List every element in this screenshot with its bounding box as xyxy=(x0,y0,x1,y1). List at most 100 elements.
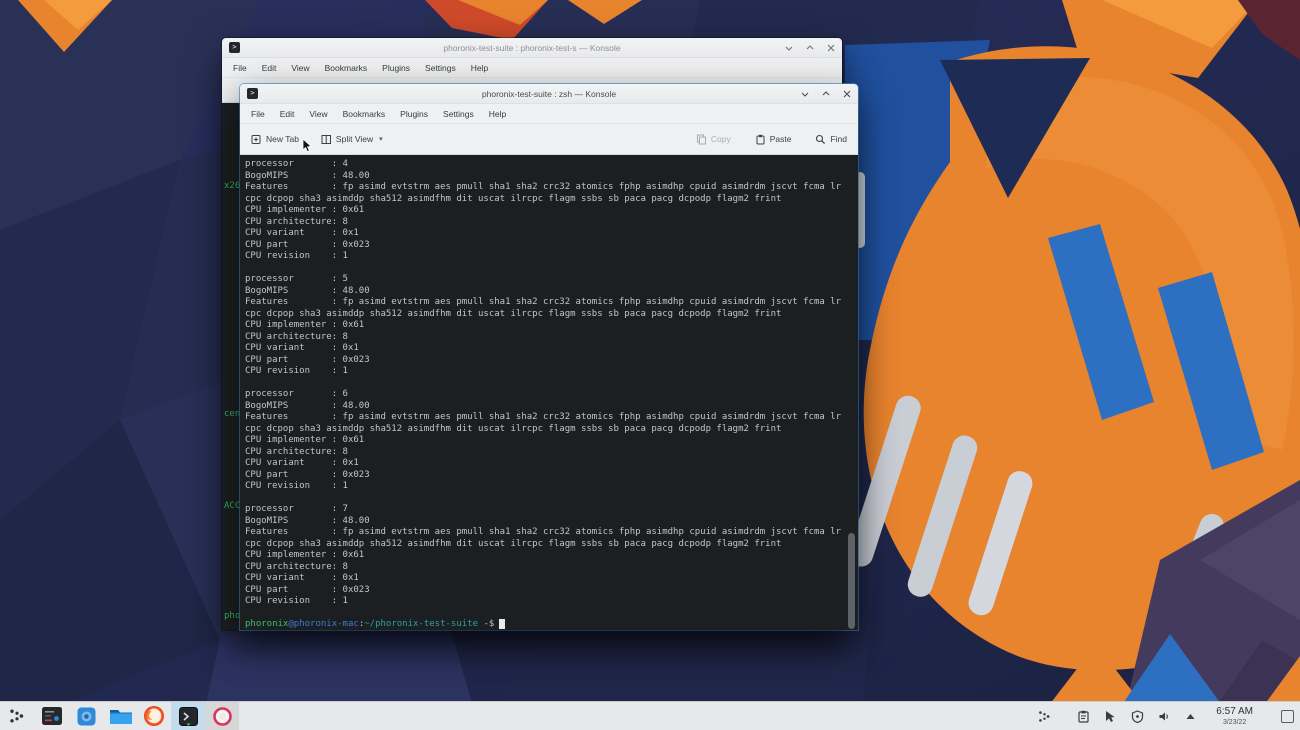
terminal-line: CPU part : 0x023 xyxy=(245,469,370,480)
terminal-line: Features : fp asimd evtstrm aes pmull sh… xyxy=(245,412,842,422)
menu-help[interactable]: Help xyxy=(471,63,488,73)
taskbar-task-konsole[interactable] xyxy=(171,702,205,730)
firefox-button[interactable] xyxy=(142,704,166,728)
paste-button[interactable]: Paste xyxy=(755,134,791,145)
new-tab-button[interactable]: New Tab xyxy=(251,134,299,145)
terminal-line-fragment: pho xyxy=(224,611,241,621)
konsole-app-icon: > xyxy=(229,42,240,53)
terminal-line: CPU revision : 1 xyxy=(245,481,348,491)
close-button[interactable] xyxy=(843,90,851,98)
terminal-line: CPU implementer : 0x61 xyxy=(245,435,365,445)
menu-bookmarks[interactable]: Bookmarks xyxy=(343,109,386,119)
titlebar: > phoronix-test-suite : zsh — Konsole xyxy=(240,84,858,104)
menu-view[interactable]: View xyxy=(309,109,327,119)
volume-icon[interactable] xyxy=(1158,710,1171,723)
split-view-button[interactable]: Split View ▾ xyxy=(321,134,383,145)
minimize-button[interactable] xyxy=(785,44,793,52)
shield-icon[interactable] xyxy=(1131,709,1144,723)
menu-settings[interactable]: Settings xyxy=(443,109,474,119)
system-monitor-button[interactable] xyxy=(40,704,64,728)
menu-edit[interactable]: Edit xyxy=(262,63,277,73)
terminal-line-fragment: cen xyxy=(224,409,241,419)
prompt-segment: @phoronix-mac xyxy=(288,619,359,629)
menu-settings[interactable]: Settings xyxy=(425,63,456,73)
konsole-icon xyxy=(178,706,198,726)
terminal-line: cpc dcpop sha3 asimddp sha512 asimdfhm d… xyxy=(245,538,782,549)
file-manager-button[interactable] xyxy=(109,704,133,728)
paste-icon xyxy=(756,134,765,144)
taskbar-task-red-ring-app[interactable] xyxy=(205,702,239,730)
copy-button[interactable]: Copy xyxy=(696,134,731,145)
digital-clock[interactable]: 6:57 AM 3/23/22 xyxy=(1216,705,1253,726)
copy-icon xyxy=(696,134,706,144)
terminal-line: CPU architecture: 8 xyxy=(245,446,348,457)
menubar: File Edit View Bookmarks Plugins Settings Help xyxy=(222,58,842,78)
system-tray: 6:57 AM 3/23/22 xyxy=(1038,705,1300,726)
terminal-line: BogoMIPS : 48.00 xyxy=(245,285,370,296)
terminal-line: processor : 6 xyxy=(245,389,348,399)
clock-time: 6:57 AM xyxy=(1216,705,1253,717)
terminal-line: processor : 4 xyxy=(245,159,348,169)
app-launcher-button[interactable] xyxy=(5,704,29,728)
terminal-view[interactable]: processor : 4 BogoMIPS : 48.00 Features : … xyxy=(240,155,858,630)
terminal-line: CPU architecture: 8 xyxy=(245,216,348,227)
menu-bookmarks[interactable]: Bookmarks xyxy=(325,63,368,73)
show-desktop-button[interactable] xyxy=(1281,709,1294,723)
terminal-cursor xyxy=(499,619,506,629)
terminal-line: cpc dcpop sha3 asimddp sha512 asimdfhm d… xyxy=(245,193,782,204)
chevron-down-icon: ▾ xyxy=(379,136,383,143)
menu-file[interactable]: File xyxy=(251,109,265,119)
terminal-line: CPU implementer : 0x61 xyxy=(245,205,365,215)
prompt-segment: -$ xyxy=(478,619,495,629)
find-label: Find xyxy=(830,134,847,144)
maximize-button[interactable] xyxy=(822,90,830,98)
terminal-line: CPU architecture: 8 xyxy=(245,331,348,342)
terminal-line: CPU variant : 0x1 xyxy=(245,228,359,238)
terminal-line: CPU implementer : 0x61 xyxy=(245,550,365,560)
toolbar: New Tab Split View ▾ Copy Paste Find xyxy=(240,124,858,155)
terminal-line: cpc dcpop sha3 asimddp sha512 asimdfhm d… xyxy=(245,423,782,434)
terminal-line: processor : 7 xyxy=(245,504,348,514)
split-view-label: Split View xyxy=(335,134,374,144)
taskbar: 6:57 AM 3/23/22 xyxy=(0,701,1300,730)
find-button[interactable]: Find xyxy=(815,134,847,145)
menu-plugins[interactable]: Plugins xyxy=(400,109,428,119)
konsole-window-focused[interactable]: > phoronix-test-suite : zsh — Konsole Fi… xyxy=(240,84,858,630)
terminal-line-fragment: x26 xyxy=(224,181,241,191)
window-title: phoronix-test-suite : phoronix-test-s — … xyxy=(443,42,621,53)
terminal-line: BogoMIPS : 48.00 xyxy=(245,170,370,181)
terminal-line: BogoMIPS : 48.00 xyxy=(245,515,370,526)
close-button[interactable] xyxy=(827,44,835,52)
terminal-line: CPU implementer : 0x61 xyxy=(245,320,365,330)
terminal-line: cpc dcpop sha3 asimddp sha512 asimdfhm d… xyxy=(245,308,782,319)
split-view-icon xyxy=(321,134,331,144)
prompt-segment: phoronix xyxy=(245,619,289,629)
pointer-icon[interactable] xyxy=(1104,710,1117,723)
terminal-line: Features : fp asimd evtstrm aes pmull sh… xyxy=(245,182,842,192)
minimize-button[interactable] xyxy=(801,90,809,98)
red-ring-app-icon xyxy=(212,706,232,726)
new-tab-icon xyxy=(251,134,261,144)
copy-label: Copy xyxy=(710,134,731,144)
system-settings-button[interactable] xyxy=(74,704,98,728)
chevron-up-icon[interactable] xyxy=(1185,712,1196,721)
menu-file[interactable]: File xyxy=(233,63,247,73)
menu-help[interactable]: Help xyxy=(489,109,506,119)
folder-icon xyxy=(110,710,132,724)
maximize-button[interactable] xyxy=(806,44,814,52)
terminal-line: CPU part : 0x023 xyxy=(245,354,370,365)
clipboard-icon[interactable] xyxy=(1077,710,1090,723)
panel-widget-icon[interactable] xyxy=(1038,710,1051,723)
terminal-line: CPU part : 0x023 xyxy=(245,584,370,595)
scrollbar-handle[interactable] xyxy=(848,533,855,629)
terminal-line: CPU part : 0x023 xyxy=(245,239,370,250)
terminal-line: CPU revision : 1 xyxy=(245,366,348,376)
menu-view[interactable]: View xyxy=(291,63,309,73)
prompt-segment: ~/phoronix-test-suite xyxy=(364,619,479,629)
menu-edit[interactable]: Edit xyxy=(280,109,295,119)
menu-plugins[interactable]: Plugins xyxy=(382,63,410,73)
